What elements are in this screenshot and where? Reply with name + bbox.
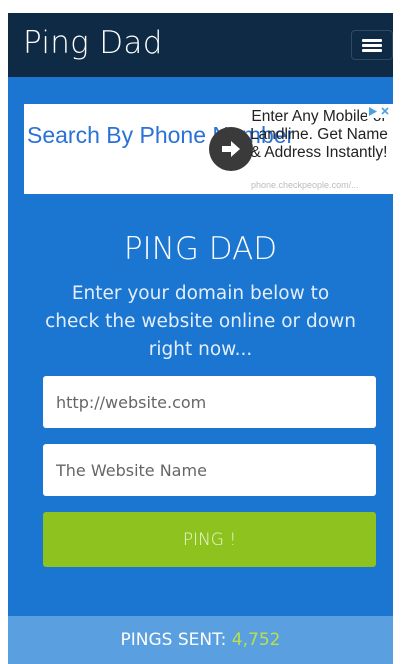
pings-sent-count: 4,752 [231,630,281,650]
hamburger-icon-bar [362,49,382,52]
pings-sent-text: PINGS SENT: 4,752 [8,630,393,650]
brand-title[interactable]: Ping Dad [23,25,163,61]
hamburger-icon-bar [362,39,382,42]
menu-toggle-button[interactable] [351,30,393,60]
hero-subtitle: Enter your domain below to check the web… [45,283,356,360]
ad-url: phone.checkpeople.com/... [251,180,359,190]
page-frame: Ping Dad Search By Phone Number Enter An… [8,13,394,664]
hero-title: PING DAD [123,231,278,267]
website-url-input[interactable] [43,376,376,428]
ad-banner[interactable]: Search By Phone Number Enter Any Mobile … [24,104,394,194]
footer-bar: PINGS SENT: 4,752 [8,616,393,664]
ad-choices-icon[interactable] [367,105,393,118]
ping-button[interactable]: PING ! [43,512,376,567]
arrow-right-icon[interactable] [209,127,253,171]
hamburger-icon-bar [362,44,382,47]
navbar: Ping Dad [8,13,393,77]
website-name-input[interactable] [43,444,376,496]
pings-sent-label: PINGS SENT: [120,630,232,650]
